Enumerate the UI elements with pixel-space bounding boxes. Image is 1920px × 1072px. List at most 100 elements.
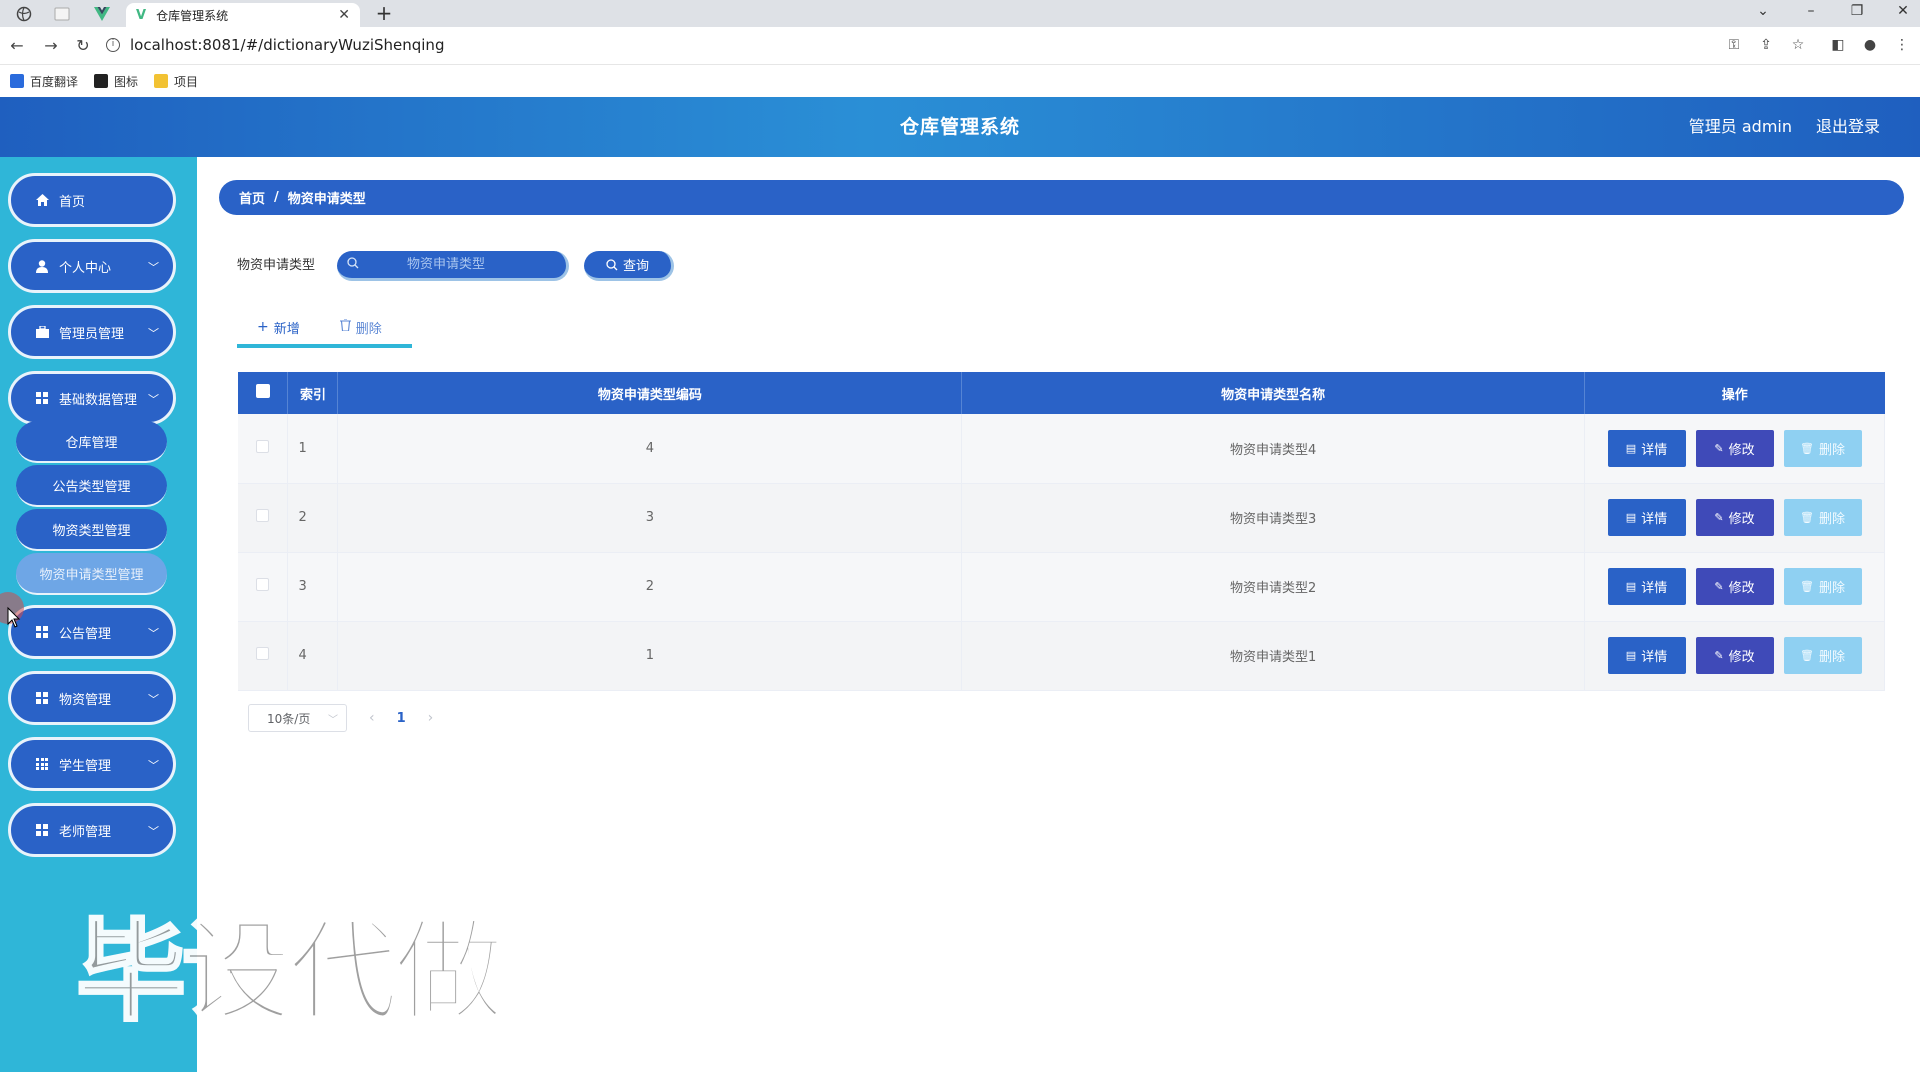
url-field[interactable]: i localhost:8081/#/dictionaryWuziShenqin… [106,31,1706,59]
bookmark-item[interactable]: 图标 [94,73,138,90]
search-input[interactable] [359,257,559,272]
delete-button[interactable]: 🗑 删除 [1783,637,1862,674]
sidebar-subitem-apply-type[interactable]: 物资申请类型管理 [16,553,167,595]
back-button[interactable]: ← [6,35,28,57]
row-code: 4 [337,414,963,484]
sidebar-item-admin[interactable]: 管理员管理 ﹀ [8,305,176,359]
pencil-icon: ✎ [1714,649,1724,662]
profile-icon[interactable]: ● [1860,37,1880,53]
delete-button[interactable]: 🗑 删除 [1783,499,1862,536]
tab-close-icon[interactable]: ✕ [338,7,350,23]
current-user: 管理员 admin [1688,117,1792,136]
row-name: 物资申请类型4 [961,414,1585,484]
row-checkbox[interactable] [256,647,270,660]
user-icon [35,259,49,273]
edit-button[interactable]: ✎ 修改 [1695,568,1774,605]
row-checkbox[interactable] [256,578,270,591]
detail-label: 详情 [1641,650,1668,665]
grid-icon [35,823,49,837]
prev-page-icon[interactable]: ‹ [369,710,375,726]
tab-search-icon[interactable]: ⌄ [1748,3,1778,19]
globe-icon [16,6,32,22]
sidebar-item-teacher[interactable]: 老师管理 ﹀ [8,803,176,857]
row-code: 1 [337,621,963,691]
sidebar-subitem-notice-type[interactable]: 公告类型管理 [16,465,167,507]
bookmark-item[interactable]: 项目 [154,73,198,90]
star-icon[interactable]: ☆ [1788,37,1808,53]
grid9-icon [35,757,49,771]
share-icon[interactable]: ⇪ [1756,37,1776,53]
row-name: 物资申请类型2 [961,552,1585,622]
sidebar-subitem-material-type[interactable]: 物资类型管理 [16,509,167,551]
row-ops: ▤ 详情 ✎ 修改 🗑 删除 [1584,621,1885,691]
new-tab-button[interactable]: + [372,1,396,25]
select-all-checkbox[interactable] [255,384,270,398]
close-window-button[interactable]: ✕ [1888,3,1918,19]
sidebar-item-notice[interactable]: 公告管理 ﹀ [8,605,176,659]
next-page-icon[interactable]: › [428,710,434,726]
row-checkbox[interactable] [256,439,270,453]
breadcrumb-current: 物资申请类型 [287,192,366,207]
key-icon[interactable]: ⚿ [1724,37,1744,53]
sidebar-item-label: 物资管理 [59,692,112,708]
chevron-down-icon: ﹀ [148,327,159,340]
sidepanel-icon[interactable]: ◧ [1828,37,1848,53]
sidebar-item-label: 基础数据管理 [59,392,138,408]
search-icon [606,258,618,270]
edit-button[interactable]: ✎ 修改 [1695,499,1774,536]
detail-button[interactable]: ▤ 详情 [1607,499,1686,536]
delete-label: 删除 [1818,650,1845,665]
sidebar-subitem-warehouse[interactable]: 仓库管理 [16,421,167,463]
query-button[interactable]: 查询 [584,251,674,281]
delete-label: 删除 [1818,442,1845,458]
row-index: 1 [287,414,339,484]
add-button[interactable]: + 新增 [257,318,300,337]
breadcrumb-home[interactable]: 首页 [239,188,265,207]
active-tab[interactable]: V 仓库管理系统 ✕ [126,3,360,27]
bookmark-item[interactable]: 百度翻译 [10,73,78,90]
pinned-tab-vue[interactable] [86,3,118,25]
translate-icon [10,74,24,88]
site-info-icon[interactable]: i [106,38,120,52]
pinned-tab-page[interactable] [46,3,78,25]
logout-link[interactable]: 退出登录 [1816,97,1880,157]
delete-button[interactable]: 🗑 删除 [1783,568,1862,605]
delete-button[interactable]: 🗑 删除 [1783,429,1862,467]
sidebar-item-label: 公告管理 [59,626,112,642]
row-ops: ▤ 详情 ✎ 修改 🗑 删除 [1584,483,1885,553]
sidebar-item-personal[interactable]: 个人中心 ﹀ [8,239,176,293]
restore-button[interactable]: ❐ [1842,3,1872,19]
reload-button[interactable]: ↻ [72,35,94,57]
sidebar-item-basic-data[interactable]: 基础数据管理 ﹀ [8,371,176,425]
row-checkbox[interactable] [256,509,270,522]
batch-delete-button[interactable]: 删除 [339,318,382,337]
page-size-select[interactable]: 10条/页 ﹀ [248,704,347,732]
sidebar-item-material[interactable]: 物资管理 ﹀ [8,671,176,725]
minimize-button[interactable]: – [1796,3,1826,19]
row-name: 物资申请类型1 [961,621,1585,691]
trash-icon: 🗑 [1800,580,1814,593]
pinned-tab-globe[interactable] [8,3,40,25]
edit-button[interactable]: ✎ 修改 [1695,637,1774,674]
edit-button[interactable]: ✎ 修改 [1695,429,1774,467]
sidebar-item-label: 学生管理 [59,758,112,774]
detail-button[interactable]: ▤ 详情 [1607,568,1686,605]
table-row: 2 3 物资申请类型3 ▤ 详情 ✎ 修改 🗑 删除 [238,483,1885,553]
sidebar-item-label: 首页 [59,194,86,210]
menu-dots-icon[interactable]: ⋮ [1892,37,1912,53]
row-code: 3 [337,483,963,553]
trash-icon: 🗑 [1800,511,1814,524]
detail-button[interactable]: ▤ 详情 [1607,429,1686,467]
row-index: 3 [287,552,339,622]
bookmarks-bar: 百度翻译 图标 项目 [0,65,1920,97]
mouse-cursor-icon [0,592,24,628]
pencil-icon: ✎ [1714,511,1724,524]
edit-label: 修改 [1728,581,1755,596]
delete-label: 删除 [1818,581,1845,596]
sidebar-item-student[interactable]: 学生管理 ﹀ [8,737,176,791]
sidebar-item-home[interactable]: 首页 [8,173,176,227]
page-number[interactable]: 1 [397,711,406,726]
detail-button[interactable]: ▤ 详情 [1607,637,1686,674]
forward-button[interactable]: → [40,35,62,57]
grid-icon [35,391,49,405]
